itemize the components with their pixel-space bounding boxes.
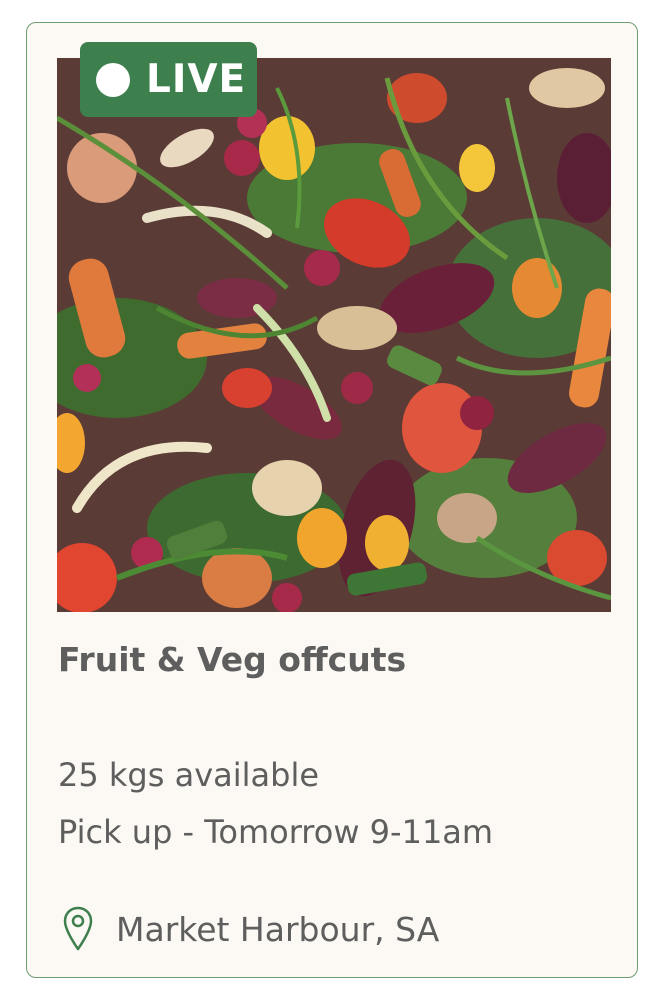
- listing-title: Fruit & Veg offcuts: [58, 640, 407, 679]
- listing-location: Market Harbour, SA: [62, 905, 439, 953]
- produce-photo: [57, 58, 611, 612]
- live-status-badge: LIVE: [80, 42, 257, 117]
- quantity-available: 25 kgs available: [58, 756, 320, 794]
- pickup-time: Pick up - Tomorrow 9-11am: [58, 813, 494, 851]
- location-label: Market Harbour, SA: [116, 909, 440, 949]
- map-pin-icon: [63, 906, 93, 951]
- live-status-label: LIVE: [146, 57, 247, 102]
- dot-icon: [96, 62, 130, 97]
